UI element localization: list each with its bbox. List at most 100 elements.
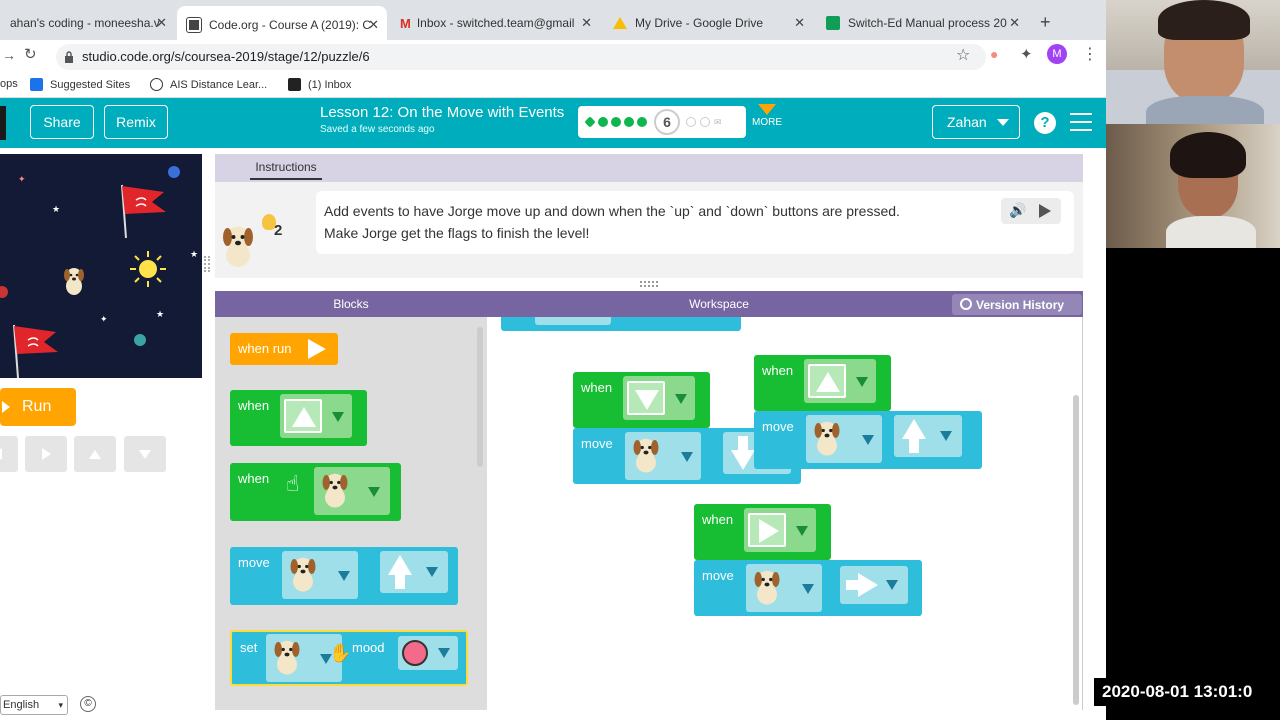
partial-block[interactable] [501, 317, 741, 331]
tab-google-sheets[interactable]: Switch-Ed Manual process 20 ✕ [816, 8, 1028, 38]
move-right-block[interactable]: move [694, 560, 922, 616]
progress-dot[interactable] [598, 117, 608, 127]
left-arrow-button[interactable] [0, 436, 18, 472]
when-run-block[interactable]: when run [230, 333, 338, 365]
jorge-dog-icon [814, 421, 840, 456]
resize-handle[interactable] [204, 256, 210, 272]
profile-avatar[interactable]: M [1047, 44, 1067, 64]
planet-icon [168, 166, 180, 178]
right-arrow-button[interactable] [25, 436, 67, 472]
move-block[interactable]: move [230, 547, 458, 605]
challenge-icon[interactable]: ✉ [714, 117, 722, 128]
star-icon: ★ [156, 309, 165, 319]
jorge-dog-icon [633, 438, 659, 473]
arrow-dropdown[interactable] [280, 394, 352, 438]
close-icon[interactable]: ✕ [368, 17, 379, 33]
arrow-dropdown[interactable] [744, 508, 816, 552]
speaker-icon[interactable]: 🔊 [1009, 202, 1026, 219]
mood-dropdown[interactable] [398, 636, 458, 670]
puzzle-progress: 6 ✉ [578, 106, 746, 138]
direction-dropdown[interactable] [894, 415, 962, 457]
user-menu[interactable]: Zahan [932, 105, 1020, 139]
character-dropdown[interactable] [625, 432, 701, 480]
when-clicked-event-block[interactable]: when ☝ [230, 463, 401, 521]
progress-dot[interactable] [624, 117, 634, 127]
close-icon[interactable]: ✕ [581, 15, 592, 31]
resize-handle[interactable] [640, 281, 658, 287]
reload-icon[interactable]: ↻ [24, 45, 37, 63]
toolbox-scrollbar[interactable] [477, 327, 483, 467]
current-puzzle-bubble[interactable]: 6 [654, 109, 680, 135]
more-button[interactable]: MORE [752, 104, 782, 128]
share-button[interactable]: Share [30, 105, 94, 139]
arrow-button-icon [748, 513, 786, 547]
down-arrow-button[interactable] [124, 436, 166, 472]
character-dropdown[interactable] [314, 467, 390, 515]
tab-google-drive[interactable]: My Drive - Google Drive ✕ [603, 8, 813, 38]
version-history-label: Version History [976, 297, 1065, 312]
bookmark-inbox[interactable]: (1) Inbox [288, 78, 351, 91]
move-up-block[interactable]: move [754, 411, 982, 469]
progress-dot[interactable] [611, 117, 621, 127]
caret-down-icon [996, 118, 1009, 126]
forward-icon[interactable]: → [2, 47, 16, 63]
progress-dot[interactable] [686, 117, 696, 127]
bookmark-label: AIS Distance Lear... [170, 78, 268, 91]
up-arrow-button[interactable] [74, 436, 116, 472]
help-button[interactable]: ? [1034, 112, 1056, 134]
when-arrow-event-block[interactable]: when [230, 390, 367, 446]
chevron-down-icon [856, 377, 868, 387]
puzzle-extensions-icon[interactable]: ✦ [1020, 45, 1033, 63]
kebab-menu-icon[interactable]: ⋮ [1082, 44, 1098, 64]
bookmark-ais-distance[interactable]: AIS Distance Lear... [150, 78, 267, 91]
remix-button[interactable]: Remix [104, 105, 168, 139]
close-icon[interactable]: ✕ [156, 15, 167, 31]
direction-dropdown[interactable] [380, 551, 448, 593]
when-down-event-block[interactable]: when [573, 372, 710, 428]
saved-status: Saved a few seconds ago [320, 124, 435, 135]
lesson-title[interactable]: Lesson 12: On the Move with Events [320, 104, 564, 121]
when-right-event-block[interactable]: when [694, 504, 831, 560]
close-icon[interactable]: ✕ [794, 15, 805, 31]
angry-face-icon [402, 640, 428, 666]
language-select[interactable]: English ▾ [0, 695, 68, 715]
tab-zahan-coding[interactable]: ahan's coding - moneesha.v ✕ [0, 8, 175, 38]
code-workspace[interactable]: when move when move when move [487, 317, 1083, 710]
workspace-scrollbar[interactable] [1073, 395, 1079, 705]
hamburger-menu-icon[interactable] [1070, 113, 1092, 131]
arrow-dropdown[interactable] [804, 359, 876, 403]
character-dropdown[interactable] [746, 564, 822, 612]
bookmark-apps[interactable]: ops [0, 78, 18, 90]
progress-dot[interactable] [700, 117, 710, 127]
block-label: move [581, 436, 613, 451]
arrow-dropdown[interactable] [623, 376, 695, 420]
character-dropdown[interactable] [282, 551, 358, 599]
chevron-down-icon [426, 567, 438, 577]
game-stage[interactable]: ✦ ★ ★ ★ ✦ [0, 154, 202, 378]
version-history-button[interactable]: Version History [952, 294, 1082, 315]
participant-hair [1158, 0, 1250, 40]
extension-icon[interactable]: ● [990, 46, 998, 62]
run-button[interactable]: Run [0, 388, 76, 426]
character-dropdown[interactable] [806, 415, 882, 463]
progress-dot[interactable] [637, 117, 647, 127]
tab-code-org[interactable]: Code.org - Course A (2019): C ✕ [177, 6, 387, 44]
tab-instructions[interactable]: Instructions [250, 158, 322, 180]
when-up-event-block[interactable]: when [754, 355, 891, 411]
close-icon[interactable]: ✕ [1009, 15, 1020, 31]
code-org-logo[interactable] [0, 106, 6, 140]
new-tab-button[interactable]: + [1040, 12, 1051, 33]
url-field[interactable]: studio.code.org/s/coursea-2019/stage/12/… [56, 44, 986, 70]
copyright-button[interactable]: © [80, 696, 96, 712]
tab-bar: ahan's coding - moneesha.v ✕ Code.org - … [0, 0, 1106, 44]
chevron-down-icon [940, 431, 952, 441]
play-audio-icon[interactable] [1039, 204, 1051, 218]
progress-diamond-icon[interactable] [584, 116, 596, 128]
jorge-dog-icon [290, 557, 316, 592]
tab-gmail-inbox[interactable]: M Inbox - switched.team@gmail ✕ [390, 8, 600, 38]
direction-dropdown[interactable] [840, 566, 908, 604]
arrow-down-icon [139, 449, 151, 459]
bookmark-star-icon[interactable]: ☆ [956, 45, 970, 65]
participant-hair [1170, 132, 1246, 178]
bookmark-suggested-sites[interactable]: Suggested Sites [30, 78, 130, 91]
